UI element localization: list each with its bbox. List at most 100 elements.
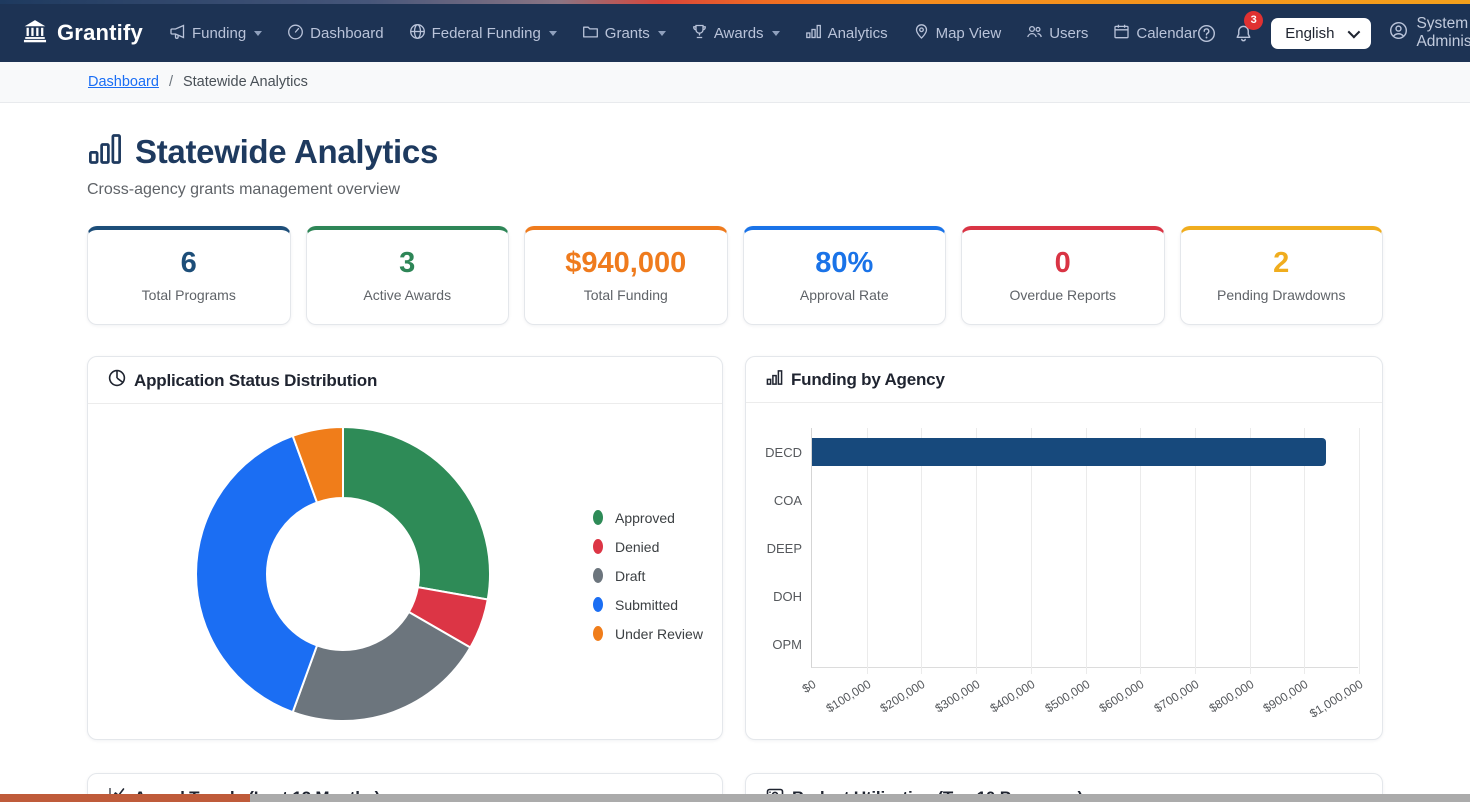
legend-label: Draft [615,568,645,584]
bank-icon [22,18,48,49]
nav-item-awards[interactable]: Awards [691,23,780,44]
user-name: System Administrator [1416,15,1470,51]
donut-slice-approved [343,427,490,600]
stat-card-active-awards: 3 Active Awards [306,226,510,325]
nav-right: 3 English System Administrator [1197,15,1470,51]
user-menu[interactable]: System Administrator [1389,15,1470,51]
language-select[interactable]: English [1271,18,1371,49]
navbar: Grantify Funding Dashboard Federal Funding… [0,4,1470,62]
analytics-bars-icon [87,131,123,172]
bar-category-label: COA [746,476,802,524]
caret-down-icon [549,31,557,36]
donut-slice-submitted [196,436,317,712]
caret-down-icon [772,31,780,36]
nav-item-grants[interactable]: Grants [582,23,666,44]
nav-item-analytics[interactable]: Analytics [805,23,888,44]
bar-chart-area: DECDCOADEEPDOHOPM $0$100,000$200,000$300… [746,403,1382,738]
card-title: Application Status Distribution [134,371,377,391]
stat-card-total-funding: $940,000 Total Funding [524,226,728,325]
language-value: English [1285,25,1334,42]
legend-item-draft: Draft [593,561,703,590]
stat-label: Overdue Reports [968,287,1158,303]
application-status-card: Application Status Distribution Approved… [87,356,723,740]
donut-chart-area: ApprovedDeniedDraftSubmittedUnder Review [88,404,722,739]
legend-item-submitted: Submitted [593,590,703,619]
legend-marker [593,568,603,583]
bar-plot [811,428,1358,668]
nav-item-calendar[interactable]: Calendar [1113,23,1197,44]
bar-category-label: DOH [746,572,802,620]
nav-item-label: Map View [936,25,1002,42]
map-pin-icon [913,23,930,44]
nav-item-map-view[interactable]: Map View [913,23,1002,44]
nav-item-label: Users [1049,25,1088,42]
brand-name: Grantify [57,20,143,46]
nav-item-users[interactable]: Users [1026,23,1088,44]
donut-legend: ApprovedDeniedDraftSubmittedUnder Review [593,503,703,648]
notification-badge: 3 [1244,11,1263,30]
nav-item-federal-funding[interactable]: Federal Funding [409,23,557,44]
gridline [1359,428,1360,674]
stat-label: Approval Rate [750,287,940,303]
bar-chart-icon [805,23,822,44]
breadcrumb-dashboard-link[interactable]: Dashboard [88,74,159,90]
main-content: Statewide Analytics Cross-agency grants … [0,103,1470,802]
stat-card-overdue-reports: 0 Overdue Reports [961,226,1165,325]
stat-label: Total Funding [531,287,721,303]
stat-label: Active Awards [313,287,503,303]
card-title: Funding by Agency [791,370,945,390]
breadcrumb-separator: / [169,74,173,90]
notifications-bell-icon[interactable]: 3 [1234,24,1253,43]
stat-value: 3 [313,247,503,280]
stat-value: $940,000 [531,247,721,280]
nav-item-dashboard[interactable]: Dashboard [287,23,383,44]
breadcrumb: Dashboard / Statewide Analytics [0,62,1470,103]
help-icon[interactable] [1197,24,1216,43]
nav-item-label: Analytics [828,25,888,42]
folder-icon [582,23,599,44]
nav-item-label: Awards [714,25,764,42]
nav-item-label: Federal Funding [432,25,541,42]
user-avatar-icon [1389,21,1408,45]
calendar-icon [1113,23,1130,44]
legend-marker [593,626,603,641]
legend-label: Under Review [615,626,703,642]
legend-label: Approved [615,510,675,526]
nav-items: Funding Dashboard Federal Funding Grants Awa… [169,23,1197,44]
nav-item-label: Dashboard [310,25,383,42]
legend-label: Submitted [615,597,678,613]
bar-category-label: OPM [746,620,802,668]
legend-marker [593,510,603,525]
stat-card-approval-rate: 80% Approval Rate [743,226,947,325]
stat-value: 6 [94,247,284,280]
page-subtitle: Cross-agency grants management overview [87,181,1383,199]
caret-down-icon [658,31,666,36]
bar-decd [812,438,1326,466]
legend-item-approved: Approved [593,503,703,532]
stat-value: 0 [968,247,1158,280]
globe-icon [409,23,426,44]
stat-card-total-programs: 6Total Programs [87,226,291,325]
scrollbar-thumb[interactable] [0,794,250,802]
bar-category-label: DEEP [746,524,802,572]
page-title: Statewide Analytics [135,133,438,171]
nav-item-funding[interactable]: Funding [169,23,262,44]
funding-by-agency-card: Funding by Agency DECDCOADEEPDOHOPM $0$1… [745,356,1383,740]
speedometer-icon [287,23,304,44]
stat-value: 80% [750,247,940,280]
megaphone-icon [169,23,186,44]
donut-chart [88,404,598,739]
horizontal-scrollbar[interactable] [0,794,1470,802]
stat-label: Pending Drawdowns [1187,287,1377,303]
bar-chart-icon [766,369,783,391]
breadcrumb-current: Statewide Analytics [183,74,308,90]
nav-item-label: Grants [605,25,650,42]
nav-item-label: Funding [192,25,246,42]
chevron-down-icon [1348,25,1361,38]
stat-value: 2 [1187,247,1377,280]
trophy-icon [691,23,708,44]
pie-chart-icon [108,369,126,392]
brand[interactable]: Grantify [22,18,143,49]
nav-item-label: Calendar [1136,25,1197,42]
stat-cards-row: 6Total Programs 3 Active Awards $940,000 Tot… [87,226,1383,325]
